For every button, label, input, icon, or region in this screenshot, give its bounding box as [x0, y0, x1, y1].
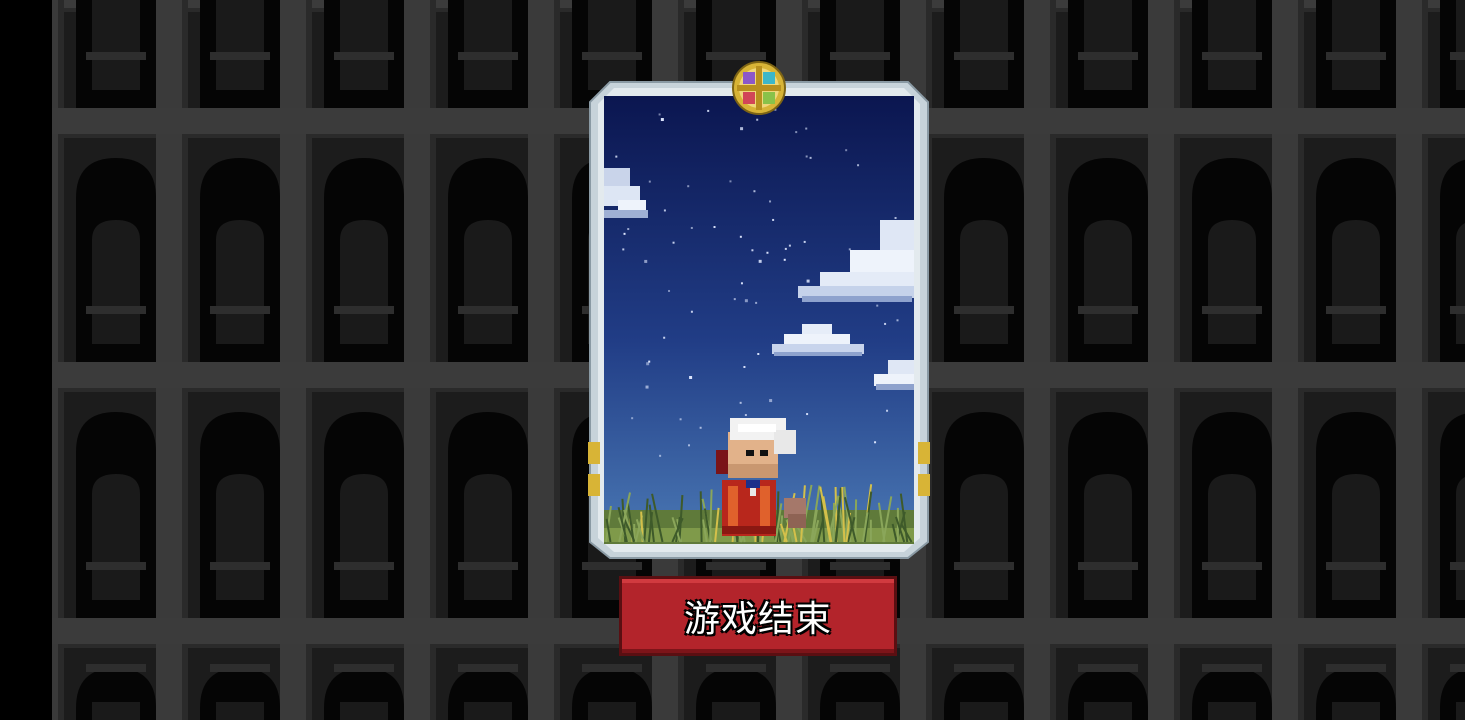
game-scene: 游戏结束 [0, 0, 1465, 720]
four-color-cross-emblem-icon [732, 61, 786, 115]
left-black-bar [0, 0, 52, 720]
character-card [588, 60, 930, 560]
game-over-button-label: 游戏结束 [683, 598, 832, 641]
game-over-button[interactable]: 游戏结束 [619, 576, 897, 656]
